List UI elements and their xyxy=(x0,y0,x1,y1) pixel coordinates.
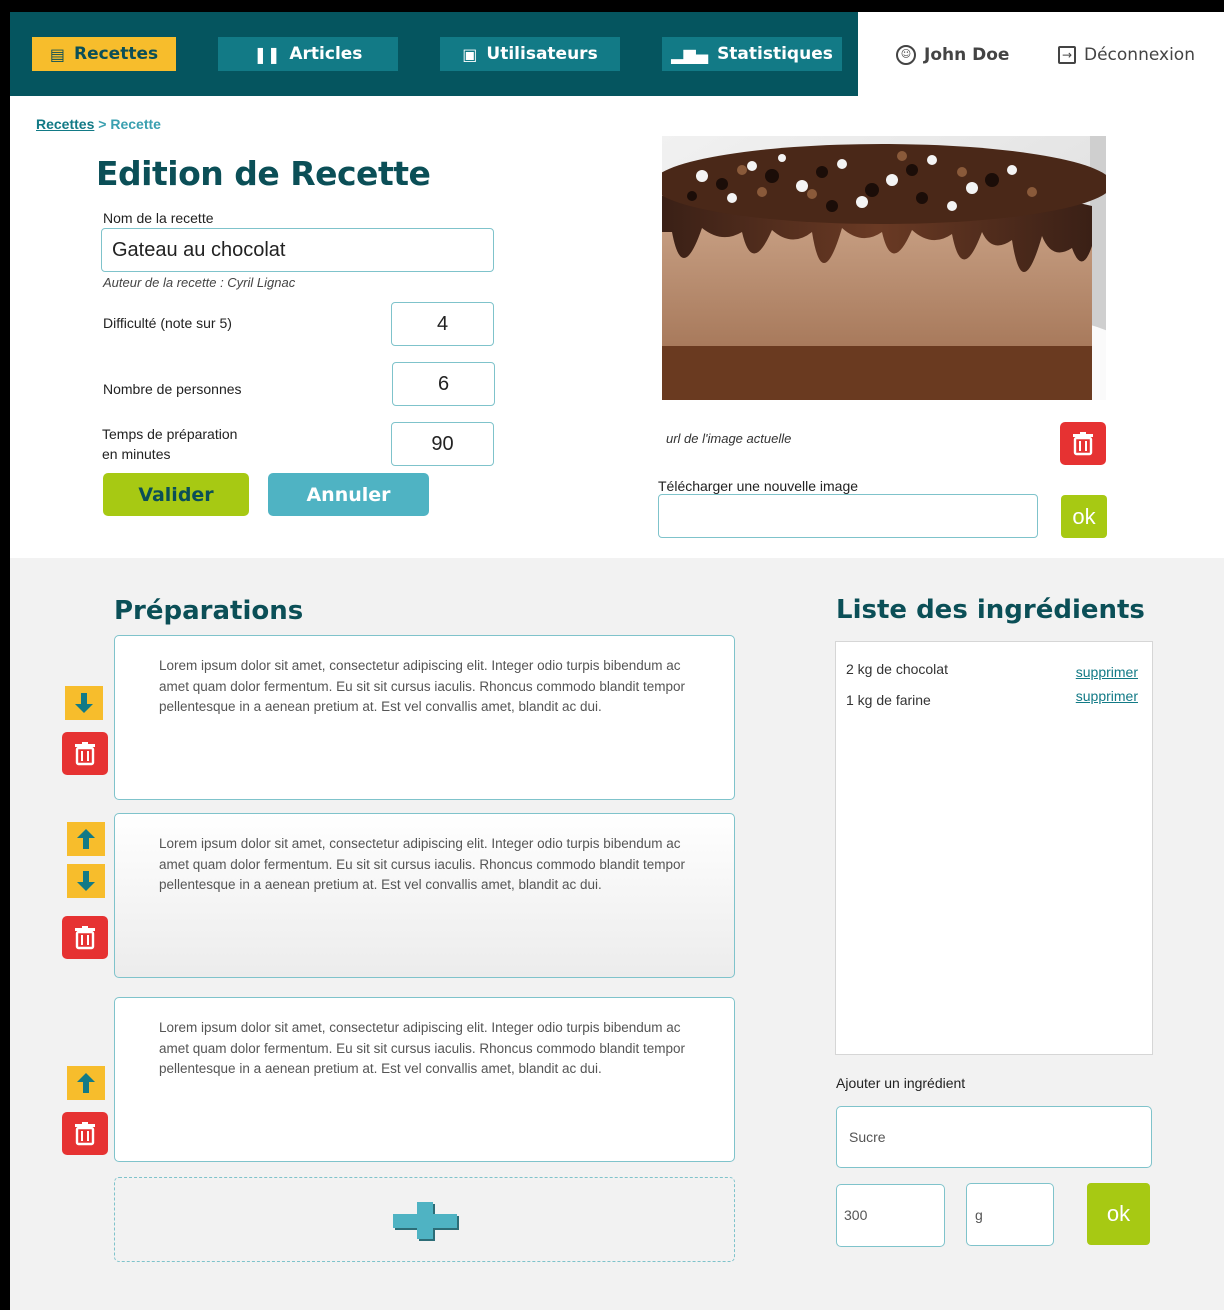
delete-ingredient-link[interactable]: supprimer xyxy=(1076,688,1138,704)
page-title: Edition de Recette xyxy=(96,154,431,193)
ingredient-name-value: Sucre xyxy=(849,1129,886,1145)
delete-ingredient-link[interactable]: supprimer xyxy=(1076,664,1138,680)
move-step-up-button[interactable] xyxy=(67,1066,105,1100)
logout-icon: → xyxy=(1058,46,1076,64)
nav-item-recettes[interactable]: ▤ Recettes xyxy=(32,37,176,71)
ingredient-quantity-value: 300 xyxy=(844,1207,868,1223)
breadcrumb-link-recettes[interactable]: Recettes xyxy=(36,116,94,132)
image-url-label: url de l'image actuelle xyxy=(666,431,792,446)
users-icon: ▣ xyxy=(462,44,478,64)
delete-image-button[interactable] xyxy=(1060,422,1106,465)
nav-item-label: Articles xyxy=(289,44,363,64)
user-icon: ☺ xyxy=(896,45,916,65)
move-step-down-button[interactable] xyxy=(65,686,103,720)
arrow-down-icon xyxy=(77,871,95,891)
ingredients-list: 2 kg de chocolat supprimer 1 kg de farin… xyxy=(835,641,1153,1055)
nav-item-statistiques[interactable]: ▂▆▄ Statistiques xyxy=(662,37,842,71)
cancel-button[interactable]: Annuler xyxy=(268,473,429,516)
ingredient-quantity-input[interactable]: 300 xyxy=(836,1184,945,1247)
persons-value: 6 xyxy=(437,372,450,395)
user-profile-link[interactable]: ☺ John Doe xyxy=(896,40,1009,70)
nav-item-utilisateurs[interactable]: ▣ Utilisateurs xyxy=(440,37,620,71)
add-ingredient-ok-button[interactable]: ok xyxy=(1087,1183,1150,1245)
move-step-up-button[interactable] xyxy=(67,822,105,856)
logout-button[interactable]: → Déconnexion xyxy=(1058,40,1195,70)
preparation-step-text: Lorem ipsum dolor sit amet, consectetur … xyxy=(159,836,685,892)
upload-image-input[interactable] xyxy=(658,494,1038,538)
preparation-step[interactable]: Lorem ipsum dolor sit amet, consectetur … xyxy=(114,635,735,800)
preparation-step-text: Lorem ipsum dolor sit amet, consectetur … xyxy=(159,1020,685,1076)
delete-step-button[interactable] xyxy=(62,916,108,959)
preparation-step-text: Lorem ipsum dolor sit amet, consectetur … xyxy=(159,658,685,714)
breadcrumb: Recettes > Recette xyxy=(36,116,161,132)
prep-time-input[interactable]: 90 xyxy=(391,422,494,466)
ingredients-title: Liste des ingrédients xyxy=(836,595,1145,625)
cake-image xyxy=(662,136,1106,400)
preparations-title: Préparations xyxy=(114,596,304,626)
arrow-down-icon xyxy=(75,693,93,713)
add-step-button[interactable] xyxy=(114,1177,735,1262)
plus-icon xyxy=(392,1201,459,1241)
persons-input[interactable]: 6 xyxy=(392,362,495,406)
prep-time-value: 90 xyxy=(431,432,454,455)
top-nav: ▤ Recettes ❚❚ Articles ▣ Utilisateurs ▂▆… xyxy=(10,12,858,96)
difficulty-label: Difficulté (note sur 5) xyxy=(103,315,232,331)
trash-icon xyxy=(75,741,95,765)
arrow-up-icon xyxy=(77,1073,95,1093)
ingredient-unit-input[interactable]: g xyxy=(966,1183,1054,1246)
upload-image-label: Télécharger une nouvelle image xyxy=(658,478,859,494)
recipe-photo xyxy=(662,136,1106,400)
ingredient-item: 2 kg de chocolat xyxy=(846,661,948,677)
ingredient-name-input[interactable]: Sucre xyxy=(836,1106,1152,1168)
recipe-name-label: Nom de la recette xyxy=(103,210,214,226)
trash-icon xyxy=(75,925,95,949)
preparation-step[interactable]: Lorem ipsum dolor sit amet, consectetur … xyxy=(114,813,735,978)
app-frame: ▤ Recettes ❚❚ Articles ▣ Utilisateurs ▂▆… xyxy=(10,12,1224,1310)
add-ingredient-label: Ajouter un ingrédient xyxy=(836,1075,966,1091)
ingredient-unit-value: g xyxy=(975,1206,983,1223)
trash-icon xyxy=(75,1121,95,1145)
difficulty-value: 4 xyxy=(436,312,449,335)
move-step-down-button[interactable] xyxy=(67,864,105,898)
recipe-icon: ▤ xyxy=(49,44,65,64)
delete-step-button[interactable] xyxy=(62,732,108,775)
recipe-name-value: Gateau au chocolat xyxy=(112,238,286,261)
prep-time-label-line-2: en minutes xyxy=(102,446,171,462)
chart-icon: ▂▆▄ xyxy=(671,44,709,64)
upload-ok-button[interactable]: ok xyxy=(1061,495,1107,538)
trash-icon xyxy=(1073,431,1093,455)
cutlery-icon: ❚❚ xyxy=(253,44,281,64)
submit-button[interactable]: Valider xyxy=(103,473,249,516)
difficulty-input[interactable]: 4 xyxy=(391,302,494,346)
user-name: John Doe xyxy=(924,45,1010,65)
recipe-name-input[interactable]: Gateau au chocolat xyxy=(101,228,494,272)
nav-item-articles[interactable]: ❚❚ Articles xyxy=(218,37,398,71)
arrow-up-icon xyxy=(77,829,95,849)
preparation-step[interactable]: Lorem ipsum dolor sit amet, consectetur … xyxy=(114,997,735,1162)
nav-item-label: Statistiques xyxy=(717,44,833,64)
prep-time-label-line-1: Temps de préparation xyxy=(102,426,238,442)
nav-item-label: Recettes xyxy=(73,44,159,64)
delete-step-button[interactable] xyxy=(62,1112,108,1155)
persons-label: Nombre de personnes xyxy=(103,381,242,397)
nav-item-label: Utilisateurs xyxy=(486,44,598,64)
breadcrumb-current: Recette xyxy=(110,116,161,132)
recipe-edit-panel: ▤ Recettes ❚❚ Articles ▣ Utilisateurs ▂▆… xyxy=(10,12,1224,558)
logout-label: Déconnexion xyxy=(1084,45,1195,65)
ingredient-item: 1 kg de farine xyxy=(846,692,931,708)
breadcrumb-separator: > xyxy=(98,116,107,132)
recipe-author: Auteur de la recette : Cyril Lignac xyxy=(103,275,296,290)
prep-time-label: Temps de préparation en minutes xyxy=(102,426,237,462)
